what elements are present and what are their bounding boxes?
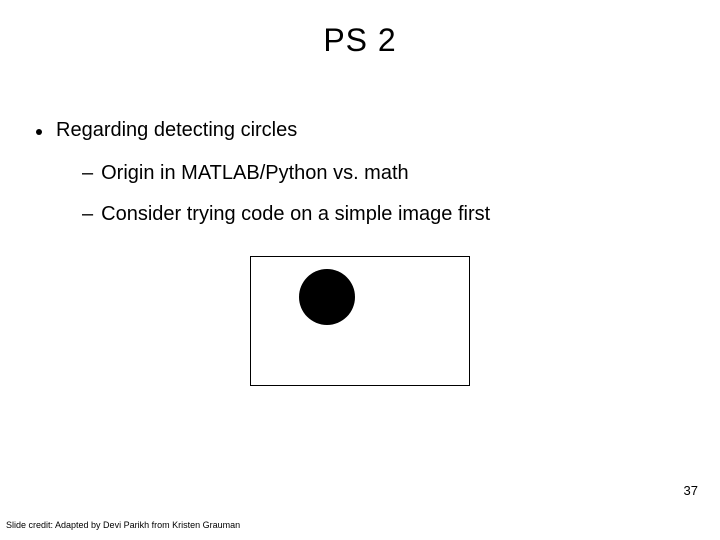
bullet-text: Origin in MATLAB/Python vs. math (101, 162, 409, 185)
slide-title: PS 2 (0, 0, 720, 59)
bullet-dot-icon (36, 129, 42, 135)
bullet-level1: Regarding detecting circles (30, 119, 690, 142)
bullet-text: Consider trying code on a simple image f… (101, 203, 490, 226)
bullet-level2: – Consider trying code on a simple image… (82, 203, 690, 226)
bullet-dash-icon: – (82, 203, 93, 226)
bullet-level2: – Origin in MATLAB/Python vs. math (82, 162, 690, 185)
slide-credit: Slide credit: Adapted by Devi Parikh fro… (6, 520, 240, 530)
page-number: 37 (684, 483, 698, 498)
example-image-box (250, 256, 470, 386)
circle-icon (299, 269, 355, 325)
bullet-text: Regarding detecting circles (56, 119, 297, 142)
slide-content: Regarding detecting circles – Origin in … (0, 59, 720, 386)
bullet-dash-icon: – (82, 162, 93, 185)
